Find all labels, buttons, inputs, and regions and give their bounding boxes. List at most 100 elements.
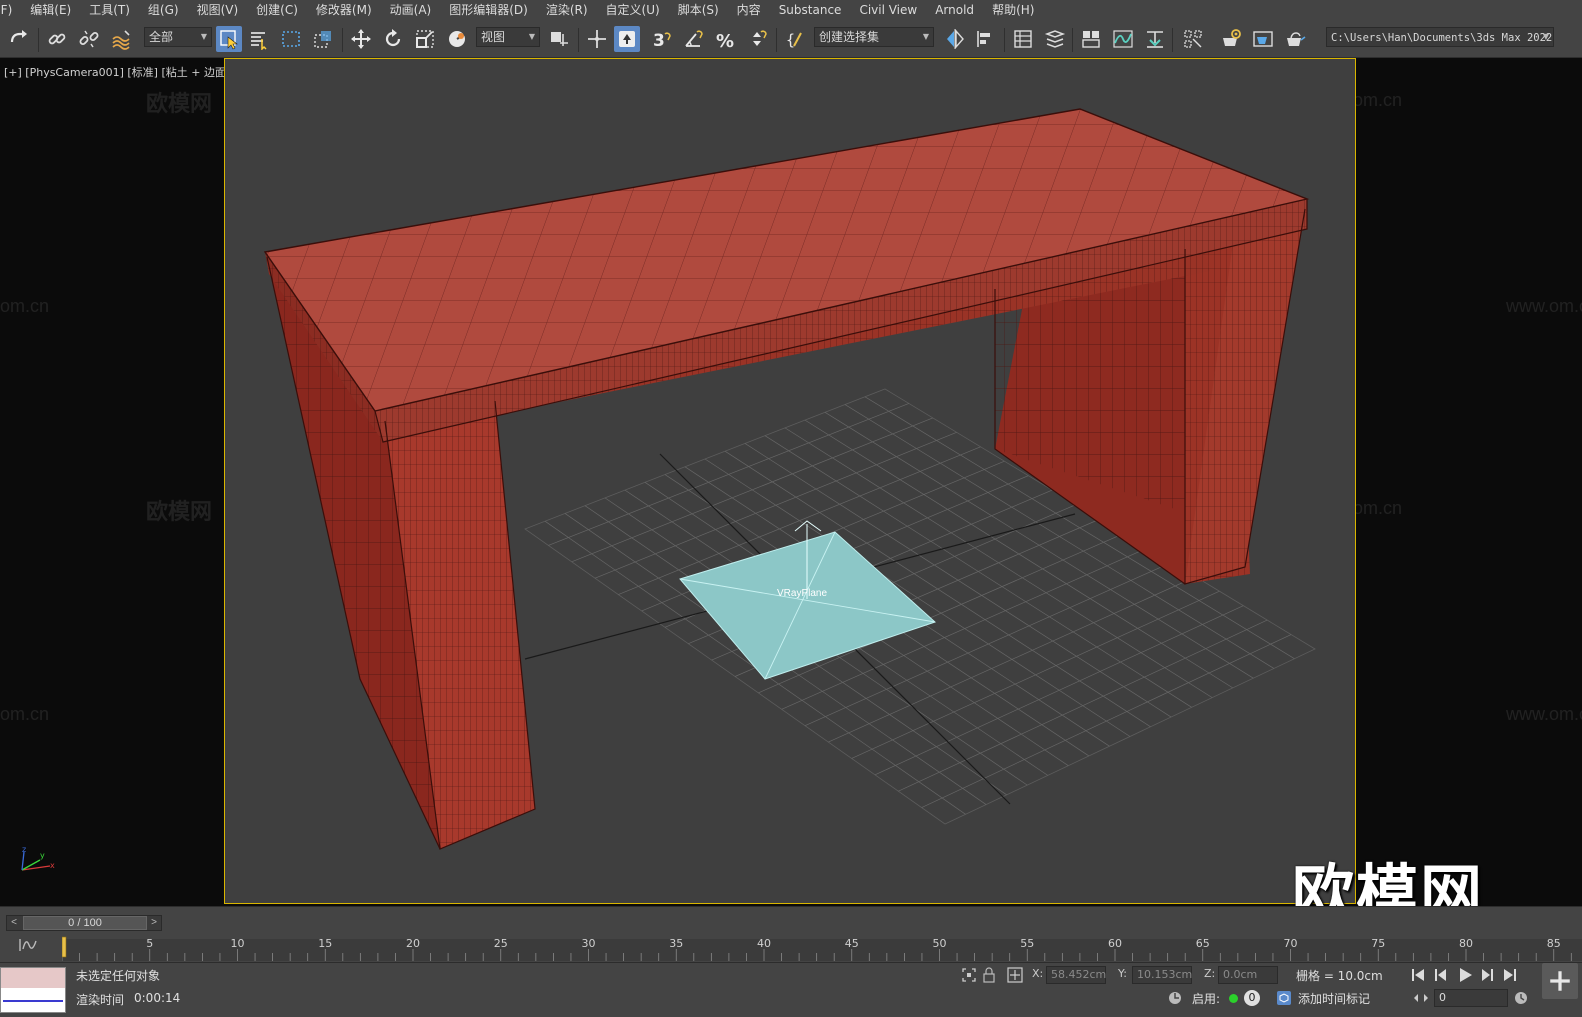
toggle-ribbon-icon[interactable] — [1042, 26, 1068, 52]
timeline-tick-label: 40 — [757, 937, 771, 950]
viewport-scene[interactable]: VRayPlane — [225, 59, 1356, 904]
go-to-end-icon[interactable] — [1504, 969, 1516, 981]
absolute-mode-icon[interactable] — [1006, 966, 1024, 984]
snap-toggle-icon[interactable]: 3 — [648, 26, 674, 52]
x-coordinate-field[interactable]: 58.452cm — [1046, 966, 1106, 984]
timeline: < 0 / 100 > 5 10 15 20 25 30 35 40 45 50 55 60 65 70 7… — [0, 906, 1582, 962]
schematic-view-icon[interactable] — [1142, 26, 1168, 52]
spinner-snap-icon[interactable] — [744, 26, 770, 52]
watermark: www.om.cn — [1506, 296, 1582, 316]
timeline-tick-label: 70 — [1284, 937, 1298, 950]
render-icon[interactable] — [1282, 26, 1308, 52]
add-time-tag-button[interactable]: 添加时间标记 — [1298, 990, 1370, 1007]
move-icon[interactable] — [348, 26, 374, 52]
next-frame-icon[interactable] — [1482, 969, 1493, 981]
rect-selection-icon[interactable] — [278, 26, 304, 52]
selection-filter-value: 全部 — [149, 30, 174, 44]
menu-item-2[interactable]: 工具(T) — [83, 0, 142, 20]
mirror-icon[interactable] — [942, 26, 968, 52]
menu-item-5[interactable]: 创建(C) — [250, 0, 310, 20]
go-to-start-icon[interactable] — [1412, 969, 1424, 981]
add-button[interactable] — [1542, 963, 1578, 999]
time-slider[interactable]: < 0 / 100 > — [6, 915, 162, 931]
percent-snap-icon[interactable]: % — [712, 26, 738, 52]
menu-item-4[interactable]: 视图(V) — [191, 0, 251, 20]
menu-item-3[interactable]: 组(G) — [142, 0, 191, 20]
timeline-tick-label: 25 — [494, 937, 508, 950]
redo-icon[interactable] — [6, 26, 32, 52]
time-tag-icon[interactable] — [1275, 989, 1293, 1007]
bind-space-warp-icon[interactable] — [108, 26, 134, 52]
menu-item-9[interactable]: 渲染(R) — [540, 0, 600, 20]
time-slider-thumb[interactable]: 0 / 100 — [23, 916, 147, 930]
link-icon[interactable] — [44, 26, 70, 52]
curve-editor-icon[interactable] — [1110, 26, 1136, 52]
adaptive-degradation-icon[interactable] — [1166, 989, 1184, 1007]
enable-count-badge[interactable]: 0 — [1244, 990, 1260, 1006]
place-icon[interactable] — [444, 26, 470, 52]
frame-arrows-icon[interactable] — [1412, 989, 1430, 1007]
menu-item-13[interactable]: Substance — [773, 0, 854, 20]
menu-item-10[interactable]: 自定义(U) — [600, 0, 672, 20]
z-label: Z: — [1204, 967, 1216, 980]
menu-item-14[interactable]: Civil View — [853, 0, 929, 20]
vray-plane-light[interactable]: VRayPlane — [679, 520, 936, 680]
render-setup-icon[interactable] — [1218, 26, 1244, 52]
menu-item-16[interactable]: 帮助(H) — [986, 0, 1046, 20]
rendered-frame-icon[interactable] — [1250, 26, 1276, 52]
timeline-tick-label: 35 — [669, 937, 683, 950]
lock-icon[interactable] — [980, 966, 998, 984]
timeline-tick-label: 10 — [231, 937, 245, 950]
named-selection-value: 创建选择集 — [819, 30, 880, 44]
z-coordinate-field[interactable]: 0.0cm — [1218, 966, 1278, 984]
camera-viewport[interactable]: VRayPlane — [224, 58, 1356, 904]
selection-filter-dropdown[interactable]: 全部 ▼ — [144, 27, 212, 47]
select-manipulate-icon[interactable] — [584, 26, 610, 52]
render-time-value: 0:00:14 — [134, 991, 181, 1005]
timeline-track[interactable]: 5 10 15 20 25 30 35 40 45 50 55 60 65 70 75 80 85 — [62, 933, 1582, 961]
rotate-icon[interactable] — [380, 26, 406, 52]
time-cursor[interactable] — [62, 936, 67, 958]
layer-explorer-icon[interactable] — [1010, 26, 1036, 52]
select-by-name-icon[interactable] — [246, 26, 272, 52]
keyboard-shortcut-icon[interactable] — [614, 26, 640, 52]
menu-item-11[interactable]: 脚本(S) — [672, 0, 731, 20]
menu-item-1[interactable]: 编辑(E) — [24, 0, 83, 20]
pivot-center-icon[interactable] — [546, 26, 572, 52]
angle-snap-icon[interactable] — [680, 26, 706, 52]
menu-item-8[interactable]: 图形编辑器(D) — [443, 0, 540, 20]
ref-coord-dropdown[interactable]: 视图 ▼ — [476, 27, 540, 47]
select-object-icon[interactable] — [216, 26, 242, 52]
time-config-icon[interactable] — [1512, 989, 1530, 1007]
y-coordinate-field[interactable]: 10.153cm — [1132, 966, 1192, 984]
chevron-left-icon[interactable]: < — [7, 916, 21, 930]
maxscript-mini-listener[interactable] — [0, 967, 66, 1013]
edit-named-sets-icon[interactable]: { — [782, 26, 808, 52]
timeline-tick-label: 65 — [1196, 937, 1210, 950]
material-editor-icon[interactable] — [1180, 26, 1206, 52]
menu-item-12[interactable]: 内容 — [731, 0, 773, 20]
render-time-label: 渲染时间 — [76, 993, 125, 1007]
isolate-selection-icon[interactable] — [960, 966, 978, 984]
named-selection-dropdown[interactable]: 创建选择集 ▼ — [814, 27, 934, 47]
play-icon[interactable] — [1460, 968, 1472, 982]
svg-text:{: { — [786, 31, 795, 49]
menu-item-15[interactable]: Arnold — [929, 0, 986, 20]
enable-label: 启用: — [1192, 992, 1221, 1006]
chevron-right-icon[interactable]: > — [147, 916, 161, 930]
scene-explorer-icon[interactable] — [1078, 26, 1104, 52]
window-crossing-icon[interactable] — [310, 26, 336, 52]
viewport-label[interactable]: [+] [PhysCamera001] [标准] [粘土 + 边面] — [4, 64, 230, 80]
chevron-down-icon: ▼ — [922, 32, 929, 41]
previous-frame-icon[interactable] — [1435, 969, 1446, 981]
mini-curve-editor-icon[interactable] — [18, 935, 40, 953]
menu-item-7[interactable]: 动画(A) — [384, 0, 444, 20]
menu-item-6[interactable]: 修改器(M) — [310, 0, 384, 20]
current-frame-field[interactable]: 0 — [1434, 989, 1508, 1007]
project-path-dropdown[interactable]: C:\Users\Han\Documents\3ds Max 2022 ▼ — [1326, 27, 1554, 47]
scale-icon[interactable] — [412, 26, 438, 52]
unlink-icon[interactable] — [76, 26, 102, 52]
align-icon[interactable] — [972, 26, 998, 52]
menu-item-0[interactable]: (F) — [0, 0, 24, 20]
table-mesh[interactable] — [263, 108, 1310, 850]
